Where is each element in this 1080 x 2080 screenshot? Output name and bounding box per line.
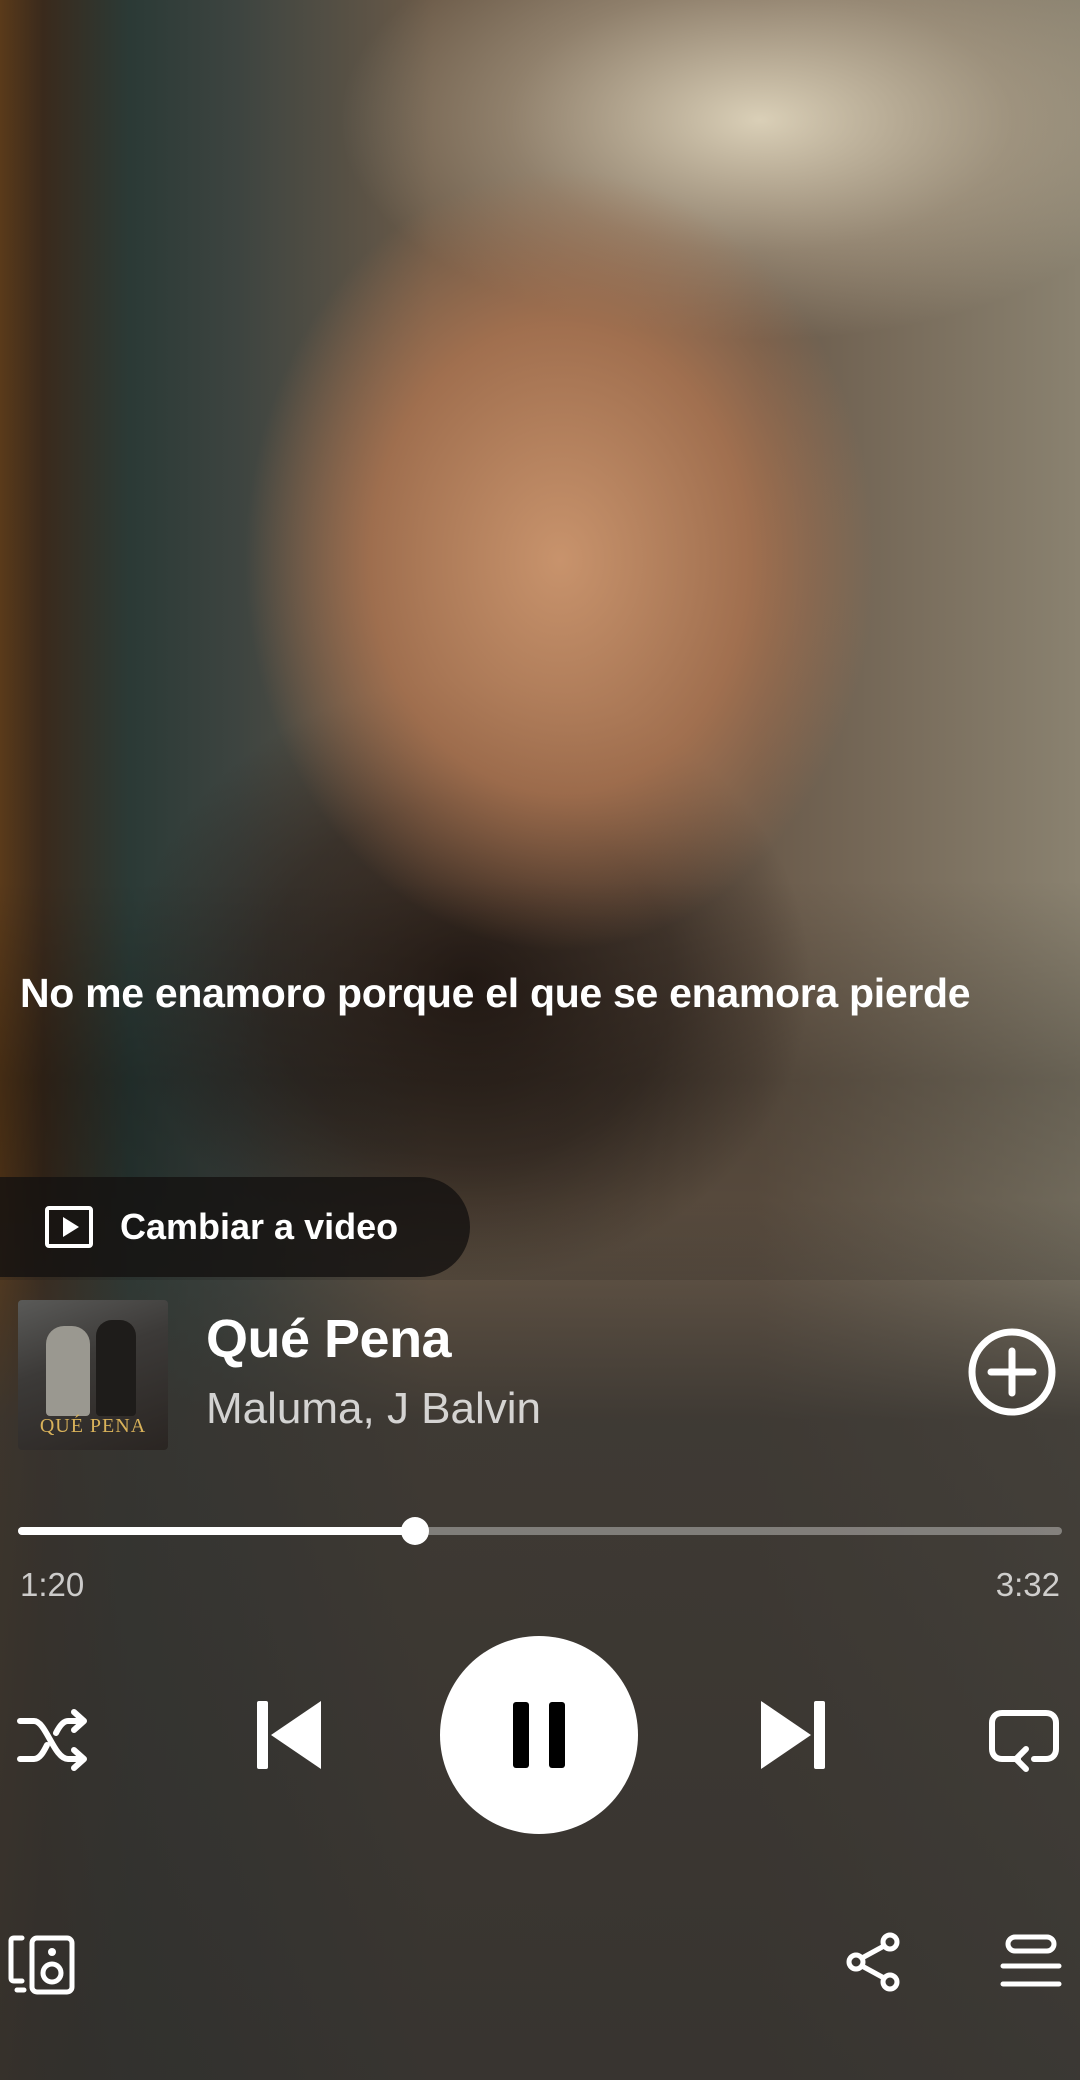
elapsed-time: 1:20: [20, 1566, 85, 1603]
skip-previous-icon: [257, 1701, 321, 1769]
lyrics-line: No me enamoro porque el que se enamora p…: [20, 970, 971, 1016]
switch-to-video-label: Cambiar a video: [120, 1206, 399, 1247]
track-artist[interactable]: Maluma, J Balvin: [206, 1384, 541, 1434]
shuffle-button[interactable]: [14, 1700, 94, 1780]
track-title[interactable]: Qué Pena: [206, 1308, 452, 1370]
repeat-button[interactable]: [984, 1700, 1064, 1780]
progress-bar[interactable]: [18, 1517, 1062, 1545]
progress-fill: [18, 1527, 415, 1535]
previous-button[interactable]: [244, 1690, 334, 1780]
album-cover[interactable]: QUÉ PENA: [18, 1300, 168, 1450]
queue-icon[interactable]: [1000, 1934, 1062, 1990]
repeat-icon: [989, 1710, 1059, 1772]
switch-to-video-button[interactable]: Cambiar a video: [0, 1177, 470, 1277]
share-icon[interactable]: [844, 1932, 904, 1992]
total-time: 3:32: [995, 1566, 1060, 1603]
video-play-icon: [45, 1206, 93, 1248]
plus-circle-icon[interactable]: [966, 1326, 1058, 1418]
play-pause-button[interactable]: [440, 1636, 638, 1834]
shuffle-icon: [17, 1709, 87, 1771]
connect-devices-icon[interactable]: [8, 1934, 76, 1996]
album-cover-title: QUÉ PENA: [39, 1415, 147, 1437]
skip-next-icon: [761, 1701, 825, 1769]
pause-icon: [513, 1702, 565, 1768]
progress-knob[interactable]: [400, 1517, 429, 1545]
next-button[interactable]: [748, 1690, 838, 1780]
